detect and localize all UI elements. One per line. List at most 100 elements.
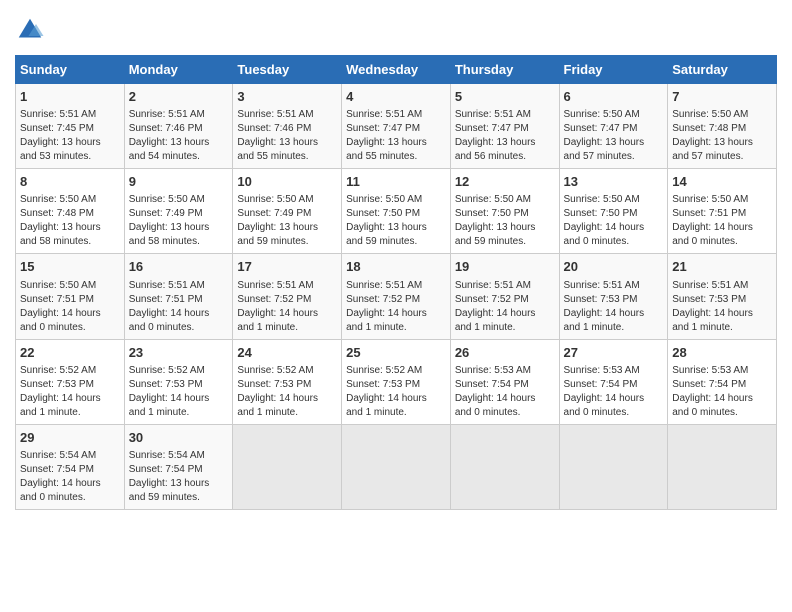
day-info: Sunrise: 5:50 AM Sunset: 7:48 PM Dayligh… xyxy=(20,193,120,249)
week-row-5: 29 Sunrise: 5:54 AM Sunset: 7:54 PM Dayli… xyxy=(16,424,777,509)
week-row-4: 22 Sunrise: 5:52 AM Sunset: 7:53 PM Dayli… xyxy=(16,339,777,424)
day-cell-empty xyxy=(450,424,559,509)
day-info: Sunrise: 5:51 AM Sunset: 7:53 PM Dayligh… xyxy=(564,279,664,335)
day-cell-12: 12 Sunrise: 5:50 AM Sunset: 7:50 PM Dayli… xyxy=(450,169,559,254)
day-info: Sunrise: 5:50 AM Sunset: 7:50 PM Dayligh… xyxy=(564,193,664,249)
day-cell-14: 14 Sunrise: 5:50 AM Sunset: 7:51 PM Dayli… xyxy=(668,169,777,254)
header-wednesday: Wednesday xyxy=(342,56,451,84)
day-number: 25 xyxy=(346,344,446,362)
header-saturday: Saturday xyxy=(668,56,777,84)
day-number: 22 xyxy=(20,344,120,362)
day-number: 14 xyxy=(672,173,772,191)
day-cell-16: 16 Sunrise: 5:51 AM Sunset: 7:51 PM Dayli… xyxy=(124,254,233,339)
day-cell-2: 2Sunrise: 5:51 AM Sunset: 7:46 PM Daylig… xyxy=(124,84,233,169)
day-info: Sunrise: 5:51 AM Sunset: 7:52 PM Dayligh… xyxy=(237,279,337,335)
day-number: 18 xyxy=(346,258,446,276)
day-cell-23: 23 Sunrise: 5:52 AM Sunset: 7:53 PM Dayli… xyxy=(124,339,233,424)
day-info: Sunrise: 5:51 AM Sunset: 7:52 PM Dayligh… xyxy=(455,279,555,335)
day-number: 30 xyxy=(129,429,229,447)
day-cell-27: 27 Sunrise: 5:53 AM Sunset: 7:54 PM Dayli… xyxy=(559,339,668,424)
day-info: Sunrise: 5:53 AM Sunset: 7:54 PM Dayligh… xyxy=(564,364,664,420)
day-info: Sunrise: 5:51 AM Sunset: 7:51 PM Dayligh… xyxy=(129,279,229,335)
day-cell-empty xyxy=(233,424,342,509)
day-info: Sunrise: 5:52 AM Sunset: 7:53 PM Dayligh… xyxy=(129,364,229,420)
day-info: Sunrise: 5:51 AM Sunset: 7:46 PM Dayligh… xyxy=(237,108,337,164)
day-number: 29 xyxy=(20,429,120,447)
day-number: 16 xyxy=(129,258,229,276)
day-info: Sunrise: 5:51 AM Sunset: 7:53 PM Dayligh… xyxy=(672,279,772,335)
day-number: 8 xyxy=(20,173,120,191)
day-info: Sunrise: 5:50 AM Sunset: 7:50 PM Dayligh… xyxy=(346,193,446,249)
day-number: 10 xyxy=(237,173,337,191)
day-number: 17 xyxy=(237,258,337,276)
day-number: 27 xyxy=(564,344,664,362)
header-thursday: Thursday xyxy=(450,56,559,84)
day-number: 19 xyxy=(455,258,555,276)
day-info: Sunrise: 5:50 AM Sunset: 7:51 PM Dayligh… xyxy=(672,193,772,249)
day-info: Sunrise: 5:53 AM Sunset: 7:54 PM Dayligh… xyxy=(672,364,772,420)
day-info: Sunrise: 5:53 AM Sunset: 7:54 PM Dayligh… xyxy=(455,364,555,420)
header-monday: Monday xyxy=(124,56,233,84)
day-info: Sunrise: 5:51 AM Sunset: 7:45 PM Dayligh… xyxy=(20,108,120,164)
day-cell-5: 5Sunrise: 5:51 AM Sunset: 7:47 PM Daylig… xyxy=(450,84,559,169)
day-info: Sunrise: 5:51 AM Sunset: 7:47 PM Dayligh… xyxy=(346,108,446,164)
day-cell-18: 18 Sunrise: 5:51 AM Sunset: 7:52 PM Dayli… xyxy=(342,254,451,339)
day-cell-28: 28 Sunrise: 5:53 AM Sunset: 7:54 PM Dayli… xyxy=(668,339,777,424)
day-cell-24: 24Sunrise: 5:52 AM Sunset: 7:53 PM Dayli… xyxy=(233,339,342,424)
week-row-2: 8 Sunrise: 5:50 AM Sunset: 7:48 PM Daylig… xyxy=(16,169,777,254)
day-number: 9 xyxy=(129,173,229,191)
header-friday: Friday xyxy=(559,56,668,84)
day-info: Sunrise: 5:52 AM Sunset: 7:53 PM Dayligh… xyxy=(20,364,120,420)
day-number: 23 xyxy=(129,344,229,362)
day-cell-19: 19 Sunrise: 5:51 AM Sunset: 7:52 PM Dayli… xyxy=(450,254,559,339)
day-number: 15 xyxy=(20,258,120,276)
day-cell-20: 20Sunrise: 5:51 AM Sunset: 7:53 PM Dayli… xyxy=(559,254,668,339)
day-info: Sunrise: 5:50 AM Sunset: 7:49 PM Dayligh… xyxy=(129,193,229,249)
day-info: Sunrise: 5:51 AM Sunset: 7:52 PM Dayligh… xyxy=(346,279,446,335)
week-row-1: 1 Sunrise: 5:51 AM Sunset: 7:45 PM Daylig… xyxy=(16,84,777,169)
day-cell-22: 22 Sunrise: 5:52 AM Sunset: 7:53 PM Dayli… xyxy=(16,339,125,424)
day-info: Sunrise: 5:50 AM Sunset: 7:50 PM Dayligh… xyxy=(455,193,555,249)
day-info: Sunrise: 5:51 AM Sunset: 7:47 PM Dayligh… xyxy=(455,108,555,164)
header-tuesday: Tuesday xyxy=(233,56,342,84)
day-number: 12 xyxy=(455,173,555,191)
day-cell-empty xyxy=(342,424,451,509)
day-cell-10: 10Sunrise: 5:50 AM Sunset: 7:49 PM Dayli… xyxy=(233,169,342,254)
day-cell-30: 30 Sunrise: 5:54 AM Sunset: 7:54 PM Dayli… xyxy=(124,424,233,509)
day-number: 6 xyxy=(564,88,664,106)
day-cell-4: 4 Sunrise: 5:51 AM Sunset: 7:47 PM Daylig… xyxy=(342,84,451,169)
day-cell-11: 11 Sunrise: 5:50 AM Sunset: 7:50 PM Dayli… xyxy=(342,169,451,254)
day-cell-17: 17 Sunrise: 5:51 AM Sunset: 7:52 PM Dayli… xyxy=(233,254,342,339)
day-number: 26 xyxy=(455,344,555,362)
day-number: 7 xyxy=(672,88,772,106)
day-number: 11 xyxy=(346,173,446,191)
day-info: Sunrise: 5:50 AM Sunset: 7:51 PM Dayligh… xyxy=(20,279,120,335)
day-info: Sunrise: 5:50 AM Sunset: 7:47 PM Dayligh… xyxy=(564,108,664,164)
day-number: 1 xyxy=(20,88,120,106)
day-cell-empty xyxy=(559,424,668,509)
calendar-table: SundayMondayTuesdayWednesdayThursdayFrid… xyxy=(15,55,777,510)
day-number: 3 xyxy=(237,88,337,106)
day-cell-26: 26 Sunrise: 5:53 AM Sunset: 7:54 PM Dayli… xyxy=(450,339,559,424)
day-number: 2 xyxy=(129,88,229,106)
day-cell-3: 3 Sunrise: 5:51 AM Sunset: 7:46 PM Daylig… xyxy=(233,84,342,169)
day-number: 28 xyxy=(672,344,772,362)
day-number: 13 xyxy=(564,173,664,191)
day-cell-8: 8 Sunrise: 5:50 AM Sunset: 7:48 PM Daylig… xyxy=(16,169,125,254)
logo xyxy=(15,15,49,45)
day-cell-7: 7Sunrise: 5:50 AM Sunset: 7:48 PM Daylig… xyxy=(668,84,777,169)
logo-icon xyxy=(15,15,45,45)
day-info: Sunrise: 5:54 AM Sunset: 7:54 PM Dayligh… xyxy=(129,449,229,505)
header-sunday: Sunday xyxy=(16,56,125,84)
day-cell-9: 9 Sunrise: 5:50 AM Sunset: 7:49 PM Daylig… xyxy=(124,169,233,254)
day-number: 4 xyxy=(346,88,446,106)
day-cell-1: 1 Sunrise: 5:51 AM Sunset: 7:45 PM Daylig… xyxy=(16,84,125,169)
day-cell-6: 6 Sunrise: 5:50 AM Sunset: 7:47 PM Daylig… xyxy=(559,84,668,169)
day-number: 21 xyxy=(672,258,772,276)
header-row: SundayMondayTuesdayWednesdayThursdayFrid… xyxy=(16,56,777,84)
day-cell-13: 13 Sunrise: 5:50 AM Sunset: 7:50 PM Dayli… xyxy=(559,169,668,254)
day-cell-21: 21 Sunrise: 5:51 AM Sunset: 7:53 PM Dayli… xyxy=(668,254,777,339)
day-cell-empty xyxy=(668,424,777,509)
page-header xyxy=(15,15,777,45)
week-row-3: 15 Sunrise: 5:50 AM Sunset: 7:51 PM Dayli… xyxy=(16,254,777,339)
